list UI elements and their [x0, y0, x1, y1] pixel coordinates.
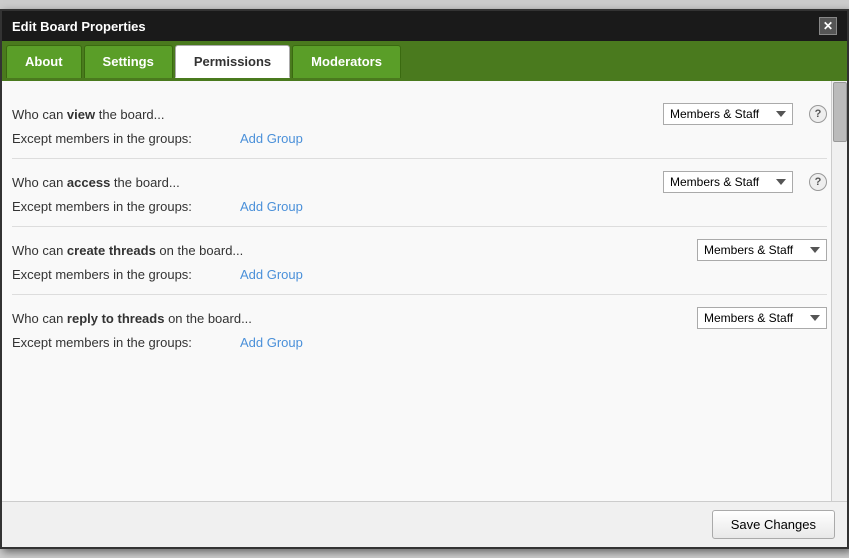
permission-main-view: Who can view the board... Members & Staf… — [12, 103, 827, 125]
permission-main-access: Who can access the board... Members & St… — [12, 171, 827, 193]
permission-control-reply-to-threads: Members & Staff All Guests Members Only … — [697, 307, 827, 329]
access-help-icon[interactable]: ? — [809, 173, 827, 191]
edit-board-properties-dialog: Edit Board Properties ✕ About Settings P… — [0, 9, 849, 549]
add-group-link-create-threads[interactable]: Add Group — [240, 267, 303, 282]
create-threads-dropdown[interactable]: Members & Staff All Guests Members Only … — [697, 239, 827, 261]
permission-main-create-threads: Who can create threads on the board... M… — [12, 239, 827, 261]
except-row-create-threads: Except members in the groups: Add Group — [12, 267, 827, 282]
dialog-titlebar: Edit Board Properties ✕ — [2, 11, 847, 41]
except-row-view: Except members in the groups: Add Group — [12, 131, 827, 146]
except-label-view: Except members in the groups: — [12, 131, 232, 146]
permission-row-view: Who can view the board... Members & Staf… — [12, 91, 827, 159]
permission-control-view: Members & Staff All Guests Members Only … — [663, 103, 827, 125]
tab-about[interactable]: About — [6, 45, 82, 78]
tab-permissions[interactable]: Permissions — [175, 45, 290, 78]
add-group-link-reply-to-threads[interactable]: Add Group — [240, 335, 303, 350]
add-group-link-view[interactable]: Add Group — [240, 131, 303, 146]
content-area: Who can view the board... Members & Staf… — [2, 81, 847, 501]
permission-row-reply-to-threads: Who can reply to threads on the board...… — [12, 295, 827, 362]
permission-label-access: Who can access the board... — [12, 175, 663, 190]
add-group-link-access[interactable]: Add Group — [240, 199, 303, 214]
permission-label-view: Who can view the board... — [12, 107, 663, 122]
dialog-footer: Save Changes — [2, 501, 847, 547]
save-changes-button[interactable]: Save Changes — [712, 510, 835, 539]
permission-label-create-threads: Who can create threads on the board... — [12, 243, 697, 258]
permission-row-create-threads: Who can create threads on the board... M… — [12, 227, 827, 295]
scrollbar-track[interactable] — [831, 81, 847, 501]
tab-settings[interactable]: Settings — [84, 45, 173, 78]
permission-label-reply-to-threads: Who can reply to threads on the board... — [12, 311, 697, 326]
dialog-title: Edit Board Properties — [12, 19, 146, 34]
permission-control-create-threads: Members & Staff All Guests Members Only … — [697, 239, 827, 261]
except-row-reply-to-threads: Except members in the groups: Add Group — [12, 335, 827, 350]
permission-control-access: Members & Staff All Guests Members Only … — [663, 171, 827, 193]
scrollbar-thumb[interactable] — [833, 82, 847, 142]
tab-bar: About Settings Permissions Moderators — [2, 41, 847, 81]
except-label-create-threads: Except members in the groups: — [12, 267, 232, 282]
permissions-content: Who can view the board... Members & Staf… — [2, 81, 847, 501]
view-dropdown[interactable]: Members & Staff All Guests Members Only … — [663, 103, 793, 125]
tab-moderators[interactable]: Moderators — [292, 45, 401, 78]
permission-main-reply-to-threads: Who can reply to threads on the board...… — [12, 307, 827, 329]
permission-row-access: Who can access the board... Members & St… — [12, 159, 827, 227]
view-help-icon[interactable]: ? — [809, 105, 827, 123]
access-dropdown[interactable]: Members & Staff All Guests Members Only … — [663, 171, 793, 193]
close-button[interactable]: ✕ — [819, 17, 837, 35]
except-row-access: Except members in the groups: Add Group — [12, 199, 827, 214]
except-label-access: Except members in the groups: — [12, 199, 232, 214]
reply-to-threads-dropdown[interactable]: Members & Staff All Guests Members Only … — [697, 307, 827, 329]
except-label-reply-to-threads: Except members in the groups: — [12, 335, 232, 350]
